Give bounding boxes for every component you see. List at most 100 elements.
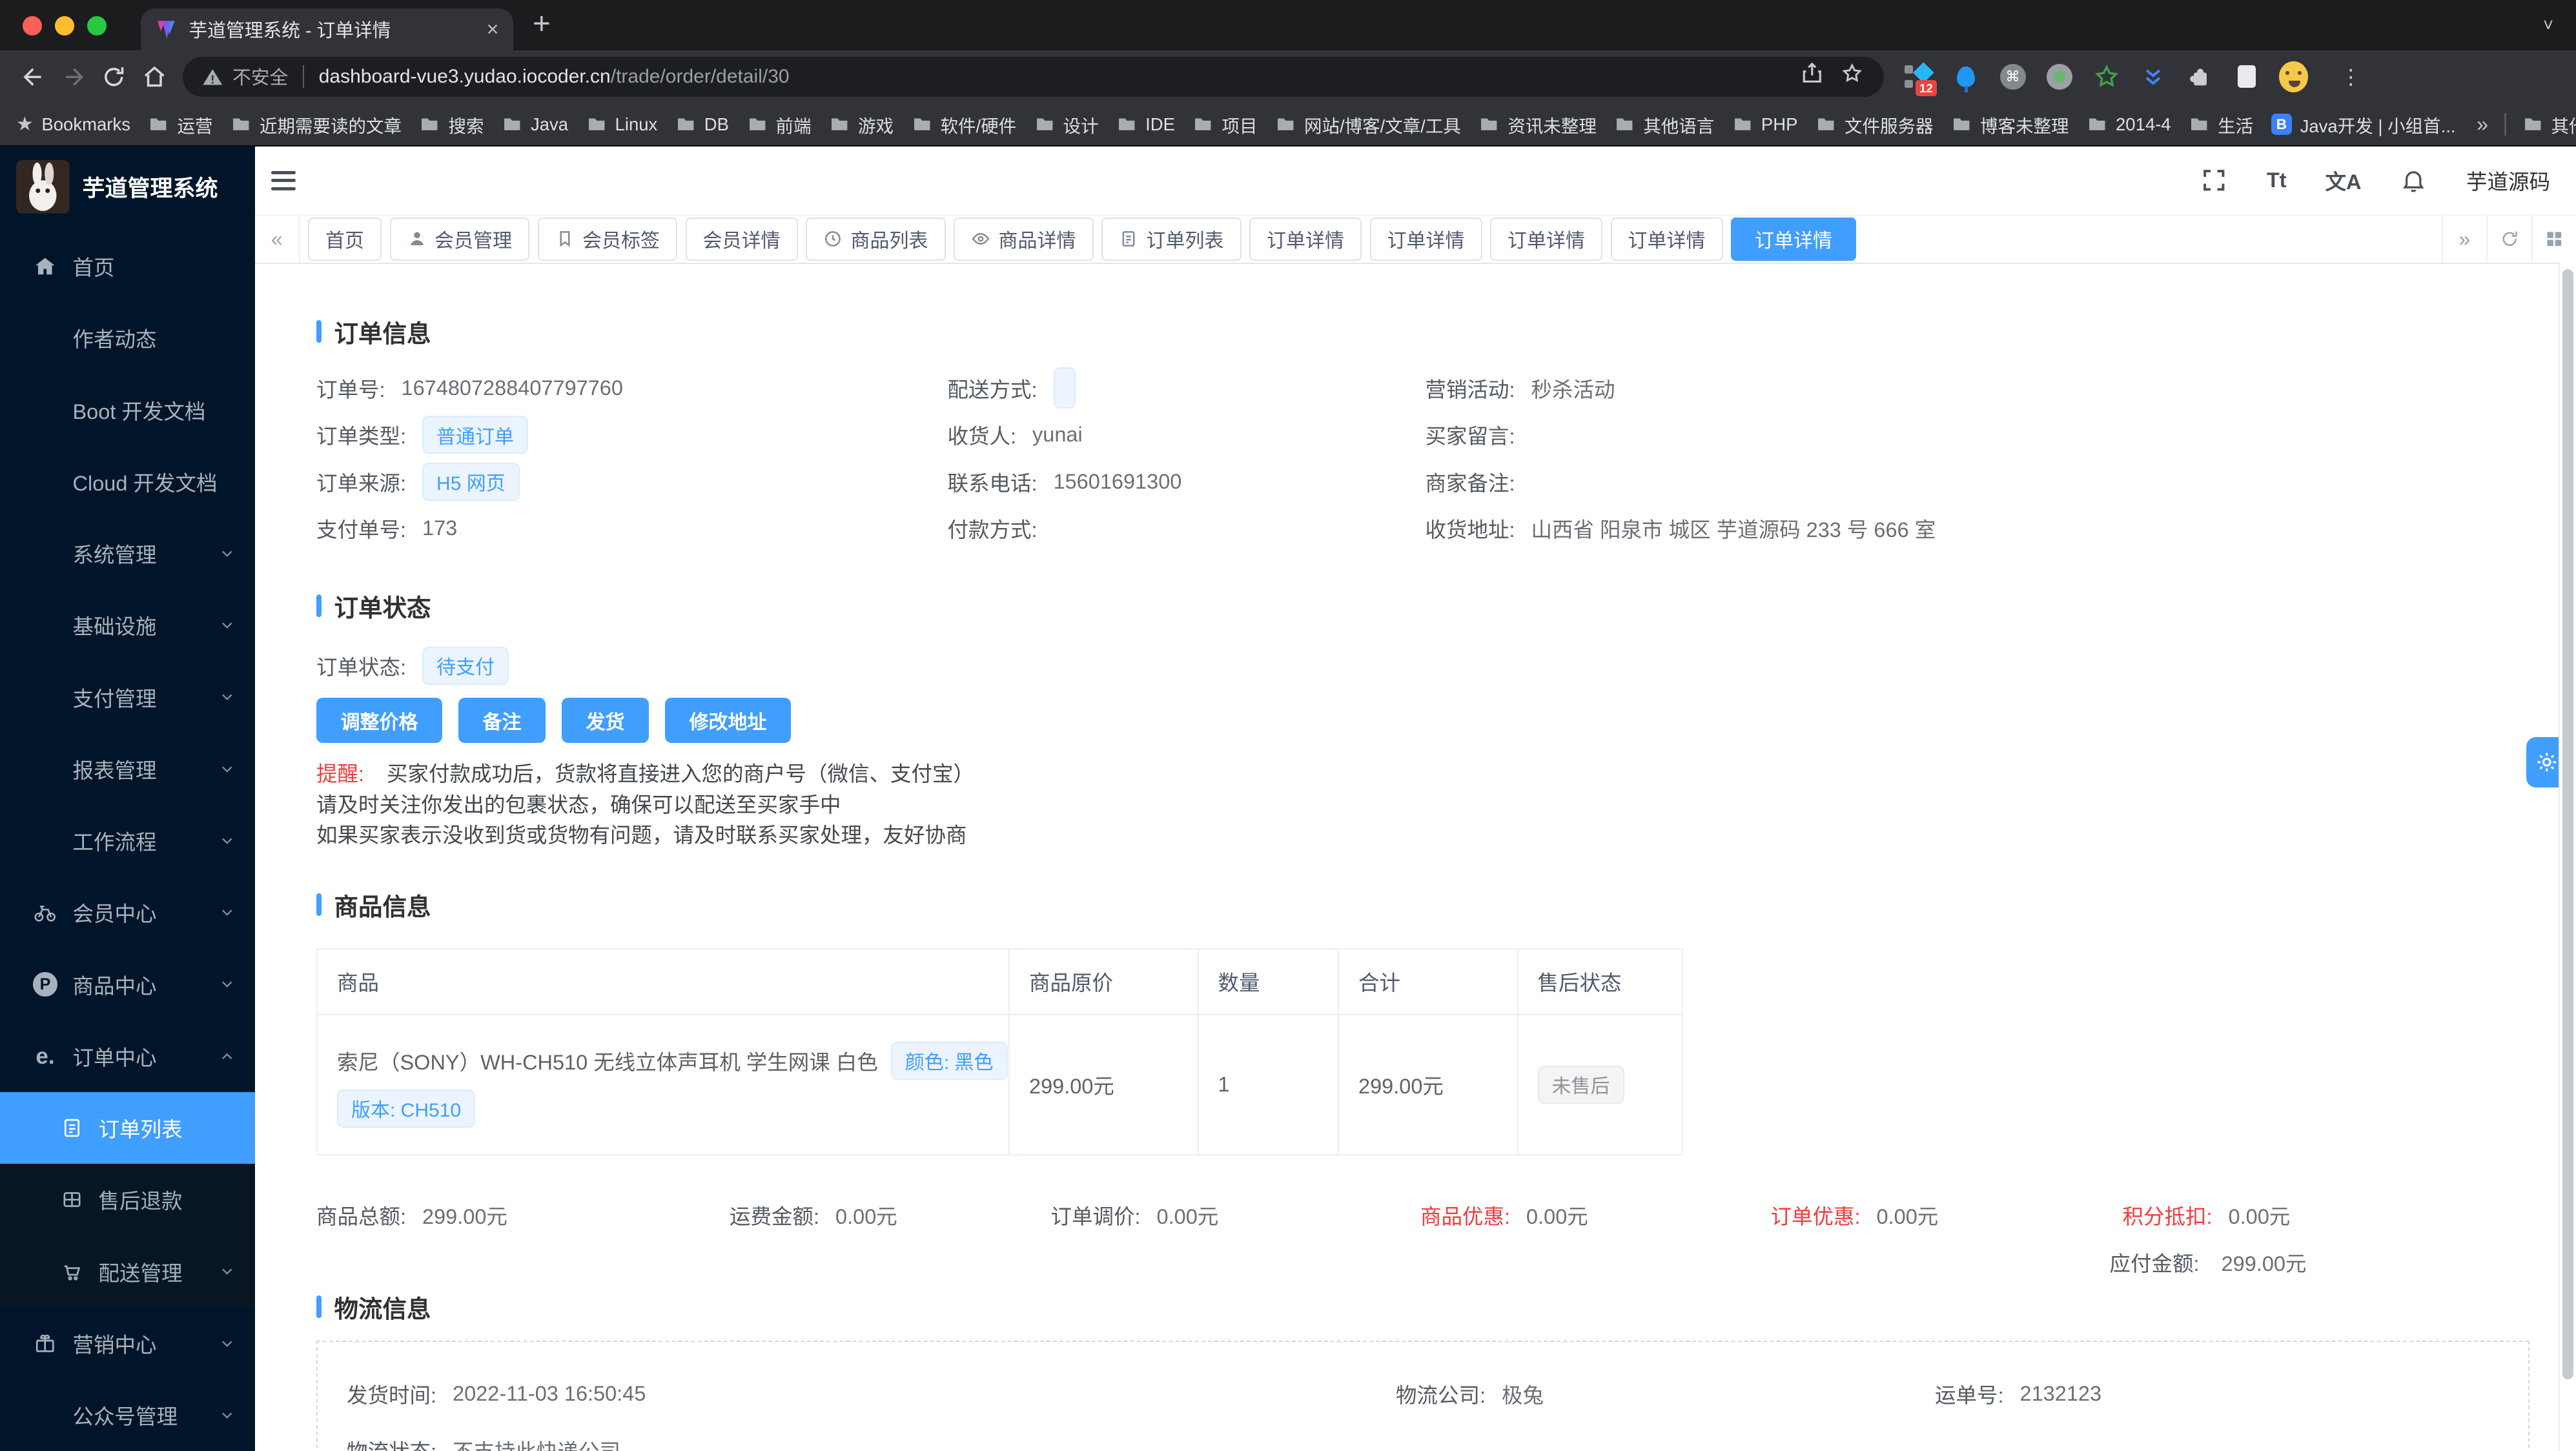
window-zoom-button[interactable] (87, 16, 107, 36)
bookmarks-root[interactable]: ★ Bookmarks (16, 113, 130, 136)
sidebar-item-marketing-center[interactable]: 营销中心 (0, 1308, 255, 1379)
bookmark-folder[interactable]: 运营 (148, 112, 212, 137)
collapse-menu-icon[interactable] (271, 170, 296, 190)
bookmark-folder[interactable]: 游戏 (829, 112, 894, 137)
bookmark-folder[interactable]: 近期需要读的文章 (230, 112, 402, 137)
fullscreen-icon[interactable] (2200, 167, 2228, 194)
bookmark-folder[interactable]: Linux (586, 114, 657, 135)
bookmark-folder[interactable]: 网站/博客/文章/工具 (1275, 112, 1461, 137)
window-minimize-button[interactable] (55, 16, 74, 36)
window-close-button[interactable] (23, 16, 42, 36)
page-tab-order-detail[interactable]: 订单详情 (1249, 218, 1362, 261)
home-icon[interactable] (134, 57, 175, 97)
bookmark-folder[interactable]: 项目 (1192, 112, 1257, 137)
bookmark-link[interactable]: B Java开发 | 小组首... (2271, 112, 2456, 137)
bookmark-folder[interactable]: 搜索 (419, 112, 484, 137)
order-info-grid: 订单号: 1674807288407797760 配送方式: 营销活动: 秒杀活… (316, 367, 2530, 548)
bookmark-folder[interactable]: 博客未整理 (1951, 112, 2069, 137)
sidebar-item-boot-docs[interactable]: Boot 开发文档 (0, 374, 255, 446)
page-tab-order-list[interactable]: 订单列表 (1101, 218, 1242, 261)
sidebar-item-workflow[interactable]: 工作流程 (0, 805, 255, 877)
sidebar-item-order-list[interactable]: 订单列表 (0, 1092, 255, 1164)
section-accent-bar (316, 594, 322, 617)
page-tab-product-detail[interactable]: 商品详情 (954, 218, 1094, 261)
tabs-scroll-right-icon[interactable]: » (2441, 216, 2487, 263)
sidebar-item-delivery[interactable]: 配送管理 (0, 1236, 255, 1308)
eye-icon (972, 233, 990, 245)
app-logo[interactable]: 芋道管理系统 (0, 147, 255, 227)
remark-button[interactable]: 备注 (458, 698, 546, 743)
font-size-icon[interactable]: Tt (2267, 168, 2287, 192)
page-tab-product-list[interactable]: 商品列表 (806, 218, 946, 261)
bookmark-folder[interactable]: 前端 (747, 112, 812, 137)
sidebar-item-report[interactable]: 报表管理 (0, 733, 255, 805)
address-bar[interactable]: 不安全 dashboard-vue3.yudao.iocoder.cn /tra… (182, 56, 1884, 97)
page-tab-order-detail-active[interactable]: 订单详情 (1731, 218, 1856, 261)
bookmark-folder[interactable]: 软件/硬件 (912, 112, 1016, 137)
ship-button[interactable]: 发货 (562, 698, 649, 743)
scrollbar-track[interactable] (2559, 261, 2576, 1451)
adjust-price-button[interactable]: 调整价格 (316, 698, 442, 743)
edit-address-button[interactable]: 修改地址 (665, 698, 791, 743)
sidebar-item-official-account[interactable]: 公众号管理 (0, 1379, 255, 1451)
extension-chevrons-icon[interactable] (2139, 62, 2168, 91)
security-label[interactable]: 不安全 (232, 63, 288, 90)
sidebar-item-system[interactable]: 系统管理 (0, 518, 255, 589)
sidebar-item-aftersale-refund[interactable]: 售后退款 (0, 1164, 255, 1235)
bookmark-folder[interactable]: 其他语言 (1614, 112, 1714, 137)
extension-record-icon[interactable] (2045, 62, 2074, 91)
page-tab-order-detail[interactable]: 订单详情 (1369, 218, 1482, 261)
bookmark-folder[interactable]: DB (675, 114, 729, 135)
new-tab-button[interactable]: + (533, 8, 551, 39)
section-accent-bar (316, 893, 322, 916)
bookmark-folder[interactable]: 2014-4 (2087, 114, 2171, 135)
sidebar-item-order-center[interactable]: e. 订单中心 (0, 1020, 255, 1092)
tabs-layout-grid-icon[interactable] (2531, 216, 2576, 263)
bookmark-folder[interactable]: 文件服务器 (1815, 112, 1933, 137)
browser-tab[interactable]: 芋道管理系统 - 订单详情 × (140, 8, 513, 50)
extension-badge-icon[interactable]: 12 (1905, 62, 1937, 96)
sidebar-item-home[interactable]: 首页 (0, 230, 255, 302)
page-tab-order-detail[interactable]: 订单详情 (1610, 218, 1723, 261)
tab-search-chevron-icon[interactable]: ˅ (2543, 15, 2553, 36)
browser-menu-icon[interactable]: ⋮ (2340, 65, 2362, 89)
page-tab-member-detail[interactable]: 会员详情 (685, 218, 798, 261)
locale-icon[interactable]: 文A (2326, 165, 2362, 196)
notification-bell-icon[interactable] (2400, 167, 2428, 194)
bookmark-folder[interactable]: PHP (1732, 114, 1797, 135)
sidebar-item-product-center[interactable]: P 商品中心 (0, 949, 255, 1020)
extension-command-icon[interactable]: ⌘ (1998, 62, 2027, 91)
page-tab-member-manage[interactable]: 会员管理 (389, 218, 529, 261)
bookmark-folder[interactable]: IDE (1116, 114, 1175, 135)
reload-icon[interactable] (94, 57, 134, 97)
page-tab-home[interactable]: 首页 (308, 218, 382, 261)
sidebar-item-member-center[interactable]: 会员中心 (0, 877, 255, 948)
bookmark-folder[interactable]: 生活 (2189, 112, 2253, 137)
tab-close-icon[interactable]: × (487, 19, 499, 40)
tabs-refresh-icon[interactable] (2486, 216, 2531, 263)
extension-star-icon[interactable] (2092, 62, 2121, 91)
page-tab-order-detail[interactable]: 订单详情 (1490, 218, 1602, 261)
share-icon[interactable] (1800, 61, 1825, 92)
bookmark-folder[interactable]: 资讯未整理 (1478, 112, 1597, 137)
sidebar-item-infra[interactable]: 基础设施 (0, 589, 255, 661)
bookmark-star-icon[interactable] (1840, 61, 1865, 92)
profile-avatar[interactable] (2279, 61, 2308, 92)
sidebar-item-payment[interactable]: 支付管理 (0, 662, 255, 733)
side-panel-icon[interactable] (2233, 62, 2262, 91)
forward-icon[interactable] (54, 57, 94, 97)
extension-balloon-icon[interactable] (1952, 62, 1981, 92)
scrollbar-thumb[interactable] (2562, 269, 2574, 1379)
sidebar-item-cloud-docs[interactable]: Cloud 开发文档 (0, 446, 255, 518)
other-bookmarks-folder[interactable]: 其他书签 (2522, 112, 2576, 137)
user-menu[interactable]: 芋道源码 (2466, 165, 2550, 196)
bookmark-folder[interactable]: Java (502, 114, 568, 135)
sidebar-item-author-news[interactable]: 作者动态 (0, 302, 255, 374)
tabs-scroll-left-icon[interactable]: « (255, 216, 300, 263)
bookmark-folder[interactable]: 设计 (1034, 112, 1099, 137)
back-icon[interactable] (13, 57, 54, 97)
extensions-puzzle-icon[interactable] (2185, 62, 2214, 91)
bookmarks-overflow-icon[interactable]: » (2477, 112, 2488, 136)
page-tab-member-tag[interactable]: 会员标签 (537, 218, 677, 261)
order-totals: 商品总额: 299.00元 运费金额: 0.00元 订单调价: 0.00元 商品优惠:… (316, 1201, 2307, 1230)
